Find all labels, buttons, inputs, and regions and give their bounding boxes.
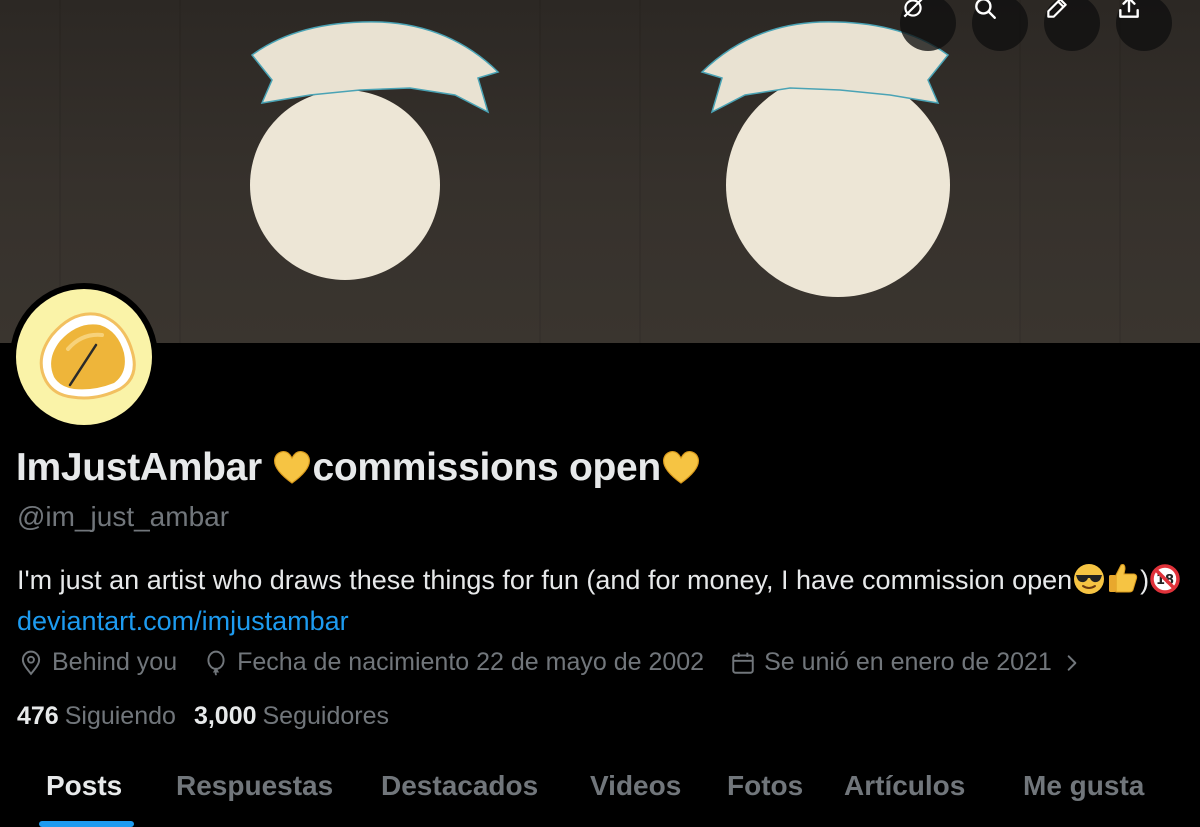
joined-text: Se unió en enero de 2021 <box>764 648 1052 676</box>
display-name: ImJustAmbar commissions open <box>16 446 701 490</box>
following-label[interactable]: Siguiendo <box>65 702 176 731</box>
joined-item[interactable]: Se unió en enero de 2021 <box>730 648 1082 677</box>
avatar[interactable] <box>10 283 158 431</box>
profile-tabs: Posts Respuestas Destacados Videos Fotos… <box>0 760 1200 827</box>
left-eye-shape <box>250 21 500 280</box>
profile-page: ImJustAmbar commissions open @im_just_am… <box>0 0 1200 827</box>
profile-handle: @im_just_ambar <box>17 501 230 532</box>
active-tab-indicator <box>39 821 134 827</box>
tab-videos[interactable]: Videos <box>590 770 681 802</box>
edit-icon <box>1047 0 1067 18</box>
search-icon <box>975 0 996 19</box>
bio-link[interactable]: deviantart.com/imjustambar <box>17 606 349 636</box>
followers-count[interactable]: 3,000 <box>194 702 257 731</box>
yellow-heart-icon <box>274 451 311 484</box>
follow-stats: 476 Siguiendo 3,000 Seguidores <box>17 702 407 731</box>
birthday-item: Fecha de nacimiento 22 de mayo de 2002 <box>203 648 704 677</box>
profile-banner[interactable] <box>0 0 1200 343</box>
yellow-heart-icon <box>662 451 699 484</box>
chevron-right-icon <box>1067 654 1077 671</box>
grok-icon <box>903 0 923 18</box>
tab-articulos[interactable]: Artículos <box>844 770 965 802</box>
tab-posts[interactable]: Posts <box>46 770 122 802</box>
location-item: Behind you <box>18 648 177 677</box>
profile-bio: I'm just an artist who draws these thing… <box>17 560 1187 642</box>
profile-meta: Behind you Fecha de nacimiento 22 de may… <box>18 648 1108 677</box>
location-icon <box>21 650 41 675</box>
tab-respuestas[interactable]: Respuestas <box>176 770 333 802</box>
name-text: ImJustAmbar <box>16 446 262 489</box>
right-eye-shape <box>700 21 950 297</box>
sunglasses-emoji-icon <box>1074 564 1105 594</box>
banner-eyes-illustration <box>59 0 1121 343</box>
following-count[interactable]: 476 <box>17 702 59 731</box>
no-under-eighteen-icon: 18 <box>1150 564 1180 594</box>
tab-fotos[interactable]: Fotos <box>727 770 803 802</box>
tab-destacados[interactable]: Destacados <box>381 770 538 802</box>
share-icon <box>1119 0 1139 18</box>
thumbs-up-emoji-icon <box>1109 564 1138 593</box>
location-text: Behind you <box>52 648 178 676</box>
birthday-text: Fecha de nacimiento 22 de mayo de 2002 <box>237 648 705 676</box>
bio-paren: ) <box>1140 565 1150 595</box>
amber-gem-illustration <box>39 312 136 400</box>
balloon-icon <box>207 650 225 676</box>
tab-me-gusta[interactable]: Me gusta <box>1023 770 1144 802</box>
bio-text: I'm just an artist who draws these thing… <box>17 565 1073 595</box>
name-suffix: commissions open <box>312 446 661 489</box>
followers-label[interactable]: Seguidores <box>263 702 389 731</box>
avatar-image <box>16 289 152 425</box>
calendar-icon <box>732 652 754 674</box>
